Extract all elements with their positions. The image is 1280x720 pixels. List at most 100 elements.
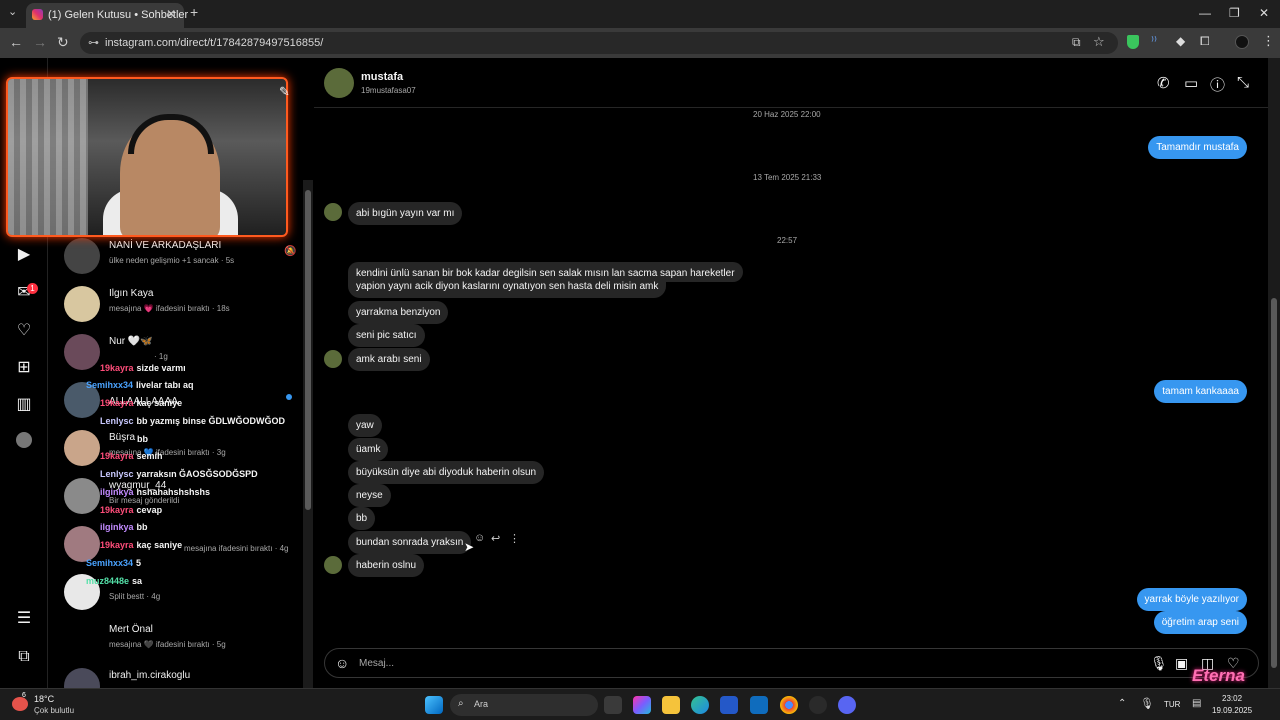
file-explorer-icon[interactable] xyxy=(662,696,680,714)
network-icon[interactable]: ▤ xyxy=(1192,698,1201,709)
url-text[interactable]: instagram.com/direct/t/17842879497516855… xyxy=(105,37,323,49)
incoming-message[interactable]: yapion yaynı acik diyon kaslarını oynatı… xyxy=(348,278,667,298)
tab-search-icon[interactable]: ⌄ xyxy=(8,5,17,18)
language-indicator[interactable]: TUR xyxy=(1164,700,1180,709)
thread-scrollbar[interactable] xyxy=(1268,58,1280,688)
incoming-message[interactable]: büyüksün diye abi diyoduk haberin olsun xyxy=(348,461,545,484)
notification-badge: 1 xyxy=(27,283,38,294)
incoming-message[interactable]: yarrakma benziyon xyxy=(348,301,449,324)
clock-date[interactable]: 19.09.2025 xyxy=(1212,706,1252,715)
stream-chat-line: 19kayra kaç saniye xyxy=(100,540,183,550)
conversation-item[interactable]: wyagmur_44 Bir mesaj gönderildi xyxy=(49,474,303,522)
reload-icon[interactable]: ↻ xyxy=(57,34,69,51)
weather-alert-icon[interactable] xyxy=(12,697,28,711)
profile-icon[interactable] xyxy=(14,432,34,452)
incoming-message[interactable]: bundan sonrada yraksın xyxy=(348,531,472,554)
windows-start-icon[interactable] xyxy=(425,696,443,714)
conversation-scrollbar[interactable] xyxy=(303,180,313,688)
image-icon[interactable]: ▣ xyxy=(1175,655,1188,672)
diamond-extension-icon[interactable]: ◆ xyxy=(1176,34,1185,48)
task-view-icon[interactable] xyxy=(604,696,622,714)
incoming-message[interactable]: bb xyxy=(348,507,376,530)
incoming-message[interactable]: seni pic satıcı xyxy=(348,324,425,347)
weather-description[interactable]: Çok bulutlu xyxy=(34,706,74,715)
outgoing-message[interactable]: öğretim arap seni xyxy=(1153,611,1247,634)
install-app-icon[interactable]: ⧉ xyxy=(1072,35,1081,50)
timestamp: 20 Haz 2025 22:00 xyxy=(753,110,821,119)
incoming-message[interactable]: yaw xyxy=(348,414,382,437)
profile-avatar[interactable] xyxy=(1235,35,1249,49)
outlook-icon[interactable] xyxy=(750,696,768,714)
discord-icon[interactable] xyxy=(838,696,856,714)
create-plus-icon[interactable]: ⊞ xyxy=(14,358,34,378)
incoming-message[interactable]: amk arabı seni xyxy=(348,348,430,371)
sender-avatar xyxy=(324,350,342,368)
new-tab-icon[interactable]: + xyxy=(190,4,198,20)
more-options-icon[interactable]: ⋮ xyxy=(509,532,520,545)
outgoing-message[interactable]: yarrak böyle yazılıyor xyxy=(1136,588,1247,611)
browser-menu-icon[interactable]: ⋮ xyxy=(1262,33,1275,49)
store-icon[interactable] xyxy=(720,696,738,714)
incoming-message[interactable]: üamk xyxy=(348,438,389,461)
message-input[interactable] xyxy=(359,656,1119,671)
conversation-preview: · 1g xyxy=(154,352,168,361)
conversation-item[interactable]: Büşra mesajına 💙 ifadesini bıraktı · 3g xyxy=(49,426,303,474)
stream-chat-line: 19kayra semih xyxy=(100,451,163,461)
forward-icon[interactable]: → xyxy=(33,34,47,50)
collapse-icon[interactable]: ⤡ xyxy=(1237,74,1249,91)
outgoing-message[interactable]: Tamamdır mustafa xyxy=(1148,136,1247,159)
taskbar-search[interactable]: ⌕ Ara xyxy=(450,694,598,716)
edge-icon[interactable] xyxy=(691,696,709,714)
incoming-message[interactable]: abi bıgün yayın var mı xyxy=(348,202,463,225)
contact-avatar[interactable] xyxy=(324,68,354,98)
url-box[interactable]: ⊶ instagram.com/direct/t/178428794975168… xyxy=(80,32,1118,54)
conversation-item[interactable]: ibrah_im.cirakoglu xyxy=(49,664,303,688)
video-icon[interactable]: ▭ xyxy=(1184,74,1198,92)
shield-extension-icon[interactable] xyxy=(1127,35,1139,49)
microphone-icon[interactable]: 🎙 xyxy=(1150,655,1168,672)
extensions-icon[interactable]: ⧠ xyxy=(1200,34,1210,49)
react-emoji-icon[interactable]: ☺ xyxy=(474,532,485,544)
conversation-item[interactable]: Mert Önal mesajına 🖤 ifadesini bıraktı ·… xyxy=(49,618,303,666)
avatar xyxy=(64,286,100,322)
outgoing-message[interactable]: tamam kankaaaa xyxy=(1154,380,1247,403)
conversation-item[interactable]: Ilgın Kaya mesajına 💗 ifadesini bıraktı … xyxy=(49,282,303,330)
stream-chat-line: 19kayra kaç saniye xyxy=(100,398,183,408)
browser-tab[interactable]: (1) Gelen Kutusu • Sohbetler ✕ xyxy=(26,3,188,28)
reply-icon[interactable]: ↩ xyxy=(491,532,500,545)
chat-header: mustafa 19mustafasa07 ✆ ▭ ⓘ ⤡ xyxy=(314,58,1268,108)
reels-icon[interactable]: ▶ xyxy=(14,245,34,265)
dashboard-icon[interactable]: ▥ xyxy=(14,395,34,415)
back-icon[interactable]: ← xyxy=(9,34,23,50)
emoji-icon[interactable]: ☺ xyxy=(335,655,349,671)
info-icon[interactable]: ⓘ xyxy=(1210,74,1225,95)
obs-icon[interactable] xyxy=(809,696,827,714)
tray-chevron-icon[interactable]: ⌃ xyxy=(1118,698,1126,709)
compose-icon[interactable]: ✎ xyxy=(279,84,290,100)
incoming-message[interactable]: neyse xyxy=(348,484,391,507)
voice-extension-icon[interactable]: ⁾⁾ xyxy=(1151,34,1157,48)
heart-icon[interactable]: ♡ xyxy=(14,321,34,341)
tray-microphone-icon[interactable]: 🎙 xyxy=(1140,697,1154,710)
copilot-icon[interactable] xyxy=(633,696,651,714)
scrollbar-thumb[interactable] xyxy=(1271,298,1277,668)
meta-icon[interactable]: ⧉ xyxy=(14,647,34,667)
tab-close-icon[interactable]: ✕ xyxy=(166,7,176,21)
close-window-icon[interactable]: ✕ xyxy=(1259,6,1269,20)
sender-avatar xyxy=(324,203,342,221)
incoming-message[interactable]: haberin oslnu xyxy=(348,554,425,577)
scrollbar-thumb[interactable] xyxy=(305,190,311,510)
search-placeholder: Ara xyxy=(474,699,489,709)
bookmark-star-icon[interactable]: ☆ xyxy=(1093,34,1105,50)
chrome-icon[interactable] xyxy=(780,696,798,714)
weather-badge: 6 xyxy=(22,692,26,699)
weather-temperature[interactable]: 18°C xyxy=(34,694,54,704)
phone-icon[interactable]: ✆ xyxy=(1157,74,1170,92)
restore-icon[interactable]: ❐ xyxy=(1229,6,1240,20)
menu-icon[interactable]: ☰ xyxy=(14,609,34,629)
site-info-icon[interactable]: ⊶ xyxy=(88,36,99,49)
conversation-item[interactable]: NANİ VE ARKADAŞLARI ülke neden gelişmio … xyxy=(49,234,303,282)
contact-name[interactable]: mustafa xyxy=(361,71,403,83)
clock-time[interactable]: 23:02 xyxy=(1222,694,1242,703)
minimize-icon[interactable]: — xyxy=(1199,6,1211,20)
